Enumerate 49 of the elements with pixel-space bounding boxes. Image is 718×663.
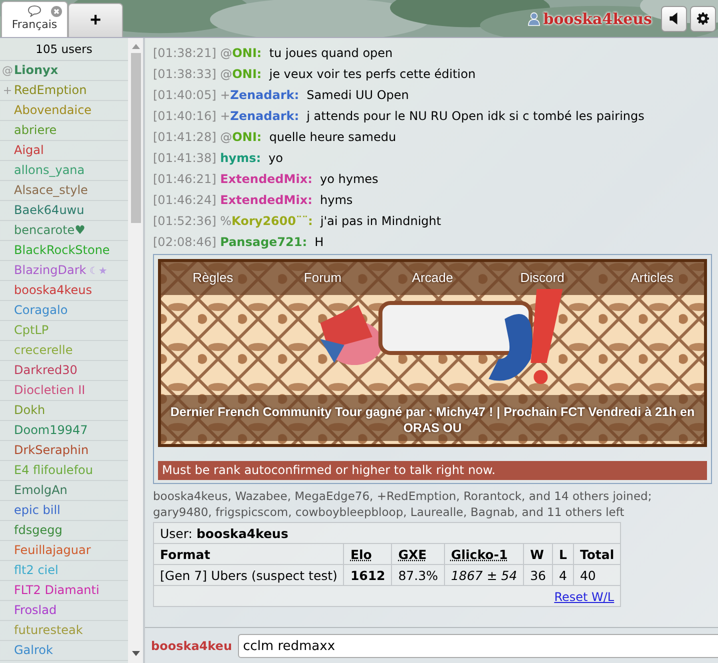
table-cell: 1612 <box>344 564 392 586</box>
column-header: GXE <box>392 544 444 564</box>
username: booska4keu <box>151 639 232 653</box>
table-cell: 40 <box>573 564 621 586</box>
room-tab[interactable]: + <box>68 3 123 37</box>
chat-message: [01:38:21] @ONI: tu joues quand open <box>153 45 394 62</box>
chat-message: [01:41:38] hyms: yo <box>153 150 284 167</box>
column-header: L <box>552 544 574 564</box>
banner-caption: Dernier French Community Tour gagné par : Michy47 ! | Prochain FCT Vendredi à 21h en ORAS OU <box>169 404 696 436</box>
table-cell: 1867 ± 54 <box>444 564 524 586</box>
reset-link[interactable]: Reset W/L <box>554 590 614 604</box>
scroll-up-icon[interactable] <box>132 44 140 49</box>
column-header: W <box>524 544 552 564</box>
error-message: Must be rank autoconfirmed or higher to talk right now. <box>158 461 707 480</box>
column-header: Elo <box>344 544 392 564</box>
room-tab[interactable]: Français <box>1 1 68 37</box>
banner-link[interactable]: Articles <box>597 270 707 284</box>
chat-bubble-icon <box>27 5 42 17</box>
chat-message: [02:08:46] Pansage721: H <box>153 234 325 251</box>
column-header: Format <box>154 544 344 564</box>
chat-message: [01:41:28] @ONI: quelle heure samedu <box>153 129 398 146</box>
scrollbar[interactable] <box>128 38 143 663</box>
column-header: Glicko-1 <box>444 544 524 564</box>
join-notice: booska4keus, Wazabee, MegaEdge76, +RedEmption, Rorantock, and 14 others joined; gary9480, frigspicscom, cowboybleepbloop, Laurealle, Bagnab, and 11 others left <box>153 488 653 520</box>
chat-message: [01:46:24] ExtendedMix: hyms <box>153 192 354 209</box>
table-cell: 4 <box>552 564 574 586</box>
sound-button[interactable] <box>661 6 687 32</box>
table-cell: [Gen 7] Ubers (suspect test) <box>154 564 344 586</box>
table-cell: 87.3% <box>392 564 444 586</box>
table-cell: User: booska4keus <box>154 522 621 544</box>
close-icon[interactable] <box>51 6 62 17</box>
chat-message: [01:40:16] +Zenadark: j attends pour le NU RU Open idk si c tombé les pairings <box>153 108 646 125</box>
chat-message: [01:38:33] @ONI: je veux voir tes perfs cette édition <box>153 66 477 83</box>
settings-button[interactable] <box>690 6 716 32</box>
chat-message: [01:52:36] %Kory2600¨¨: j'ai pas in Mindnight <box>153 213 442 230</box>
chat-message: [01:40:05] +Zenadark: Samedi UU Open <box>153 87 410 104</box>
banner-link[interactable]: Arcade <box>378 270 488 284</box>
speaker-icon <box>668 12 680 25</box>
scrollbar-thumb[interactable] <box>130 53 140 223</box>
user-icon <box>528 12 540 26</box>
scroll-down-icon[interactable] <box>132 651 140 656</box>
column-header: Total <box>573 544 621 564</box>
banner-link[interactable]: Forum <box>268 270 378 284</box>
gear-icon <box>697 12 709 25</box>
message-input[interactable]: cclm redmaxx <box>238 634 718 658</box>
chat-message: [01:46:21] ExtendedMix: yo hymes <box>153 171 380 188</box>
table-cell: 36 <box>524 564 552 586</box>
banner-link[interactable]: Règles <box>158 270 268 284</box>
banner-link[interactable]: Discord <box>487 270 598 284</box>
